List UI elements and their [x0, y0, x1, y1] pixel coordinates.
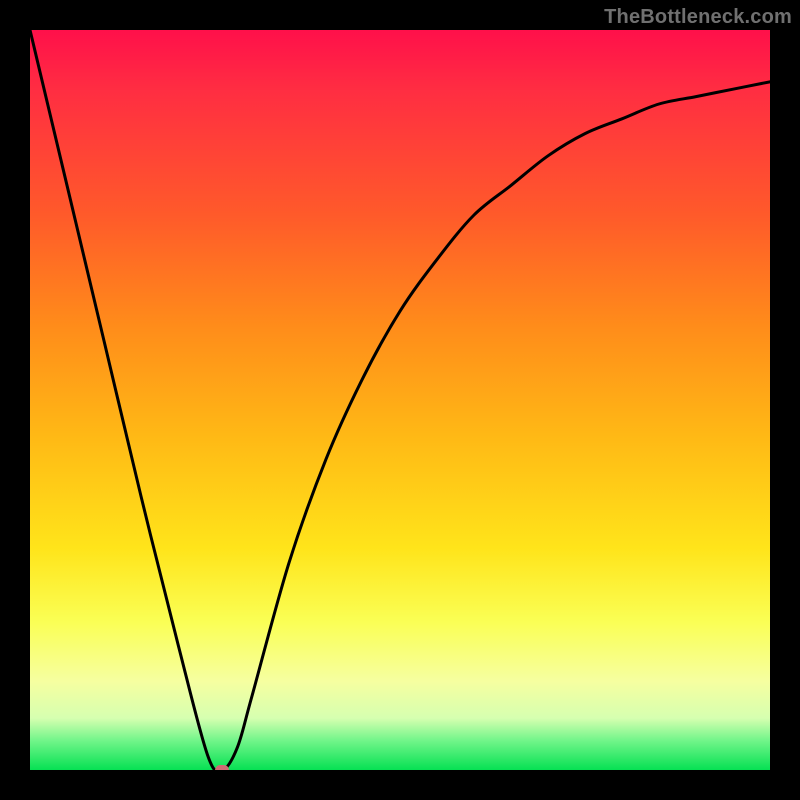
plot-area — [30, 30, 770, 770]
bottleneck-curve — [30, 30, 770, 770]
watermark-text: TheBottleneck.com — [604, 6, 792, 29]
optimal-marker — [215, 765, 229, 770]
chart-frame: TheBottleneck.com — [0, 0, 800, 800]
